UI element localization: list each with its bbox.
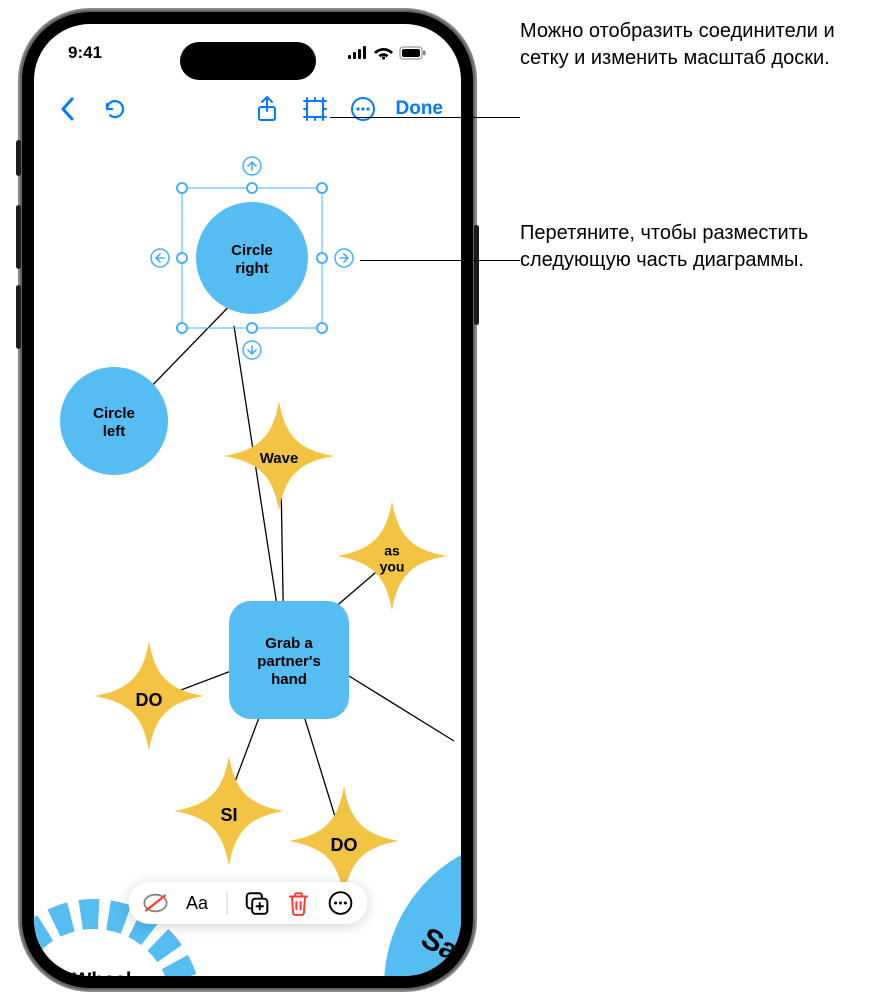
- freeform-canvas[interactable]: Circle left Circle right: [34, 136, 461, 976]
- node-grab-label-1: Grab a: [265, 635, 313, 652]
- node-grab-label-2: partner's: [257, 653, 321, 670]
- node-circle-left-label-1: Circle: [93, 405, 135, 422]
- node-as-you-label-1: as: [384, 543, 400, 559]
- node-si[interactable]: SI: [174, 756, 284, 866]
- fill-color-button[interactable]: [142, 890, 168, 916]
- dynamic-island: [180, 42, 316, 80]
- side-button: [16, 140, 21, 176]
- duplicate-button[interactable]: [243, 890, 269, 916]
- cellular-icon: [348, 46, 368, 60]
- status-time: 9:41: [68, 43, 102, 63]
- connector-handle-left[interactable]: [151, 249, 169, 267]
- more-button[interactable]: [348, 94, 378, 124]
- node-as-you-label-2: you: [380, 559, 405, 575]
- more-options-button[interactable]: [327, 890, 353, 916]
- node-circle-left-label-2: left: [103, 423, 126, 440]
- context-toolbar: Aa: [128, 882, 367, 924]
- node-si-label: SI: [220, 805, 237, 825]
- share-button[interactable]: [252, 94, 282, 124]
- node-circle-right-label-2: right: [235, 260, 268, 277]
- node-do-1-label: DO: [136, 690, 163, 710]
- node-circle-right-label-1: Circle: [231, 242, 273, 259]
- battery-icon: [399, 46, 427, 60]
- node-grab-partner[interactable]: Grab a partner's hand: [229, 601, 349, 719]
- callout-1: Можно отобразить соединители и сетку и и…: [520, 18, 860, 72]
- top-toolbar: Done: [34, 82, 461, 136]
- back-button[interactable]: [52, 94, 82, 124]
- node-wave[interactable]: Wave: [224, 401, 334, 511]
- node-wheel-label: Wheel: [73, 969, 132, 976]
- callout-line-2: [360, 260, 520, 261]
- canvas-svg: Circle left Circle right: [34, 136, 461, 976]
- delete-button[interactable]: [285, 890, 311, 916]
- toolbar-separator: [226, 891, 227, 915]
- power-button: [474, 225, 479, 325]
- callout-line-1: [330, 117, 520, 118]
- node-circle-left[interactable]: Circle left: [60, 367, 168, 475]
- undo-button[interactable]: [100, 94, 130, 124]
- iphone-frame: 9:41: [20, 10, 475, 990]
- node-do-2[interactable]: DO: [289, 786, 399, 896]
- node-wave-label: Wave: [260, 450, 299, 467]
- node-grab-label-3: hand: [271, 671, 307, 688]
- status-icons: [348, 46, 427, 60]
- connector-handle-right[interactable]: [335, 249, 353, 267]
- node-as-you[interactable]: as you: [337, 501, 447, 611]
- node-do-1[interactable]: DO: [94, 641, 204, 751]
- phone-screen: 9:41: [34, 24, 461, 976]
- node-sa-partial[interactable]: Sa: [384, 836, 461, 976]
- grid-settings-button[interactable]: [300, 94, 330, 124]
- connector-handle-top[interactable]: [243, 157, 261, 175]
- volume-down-button: [16, 285, 21, 349]
- volume-up-button: [16, 205, 21, 269]
- connector-handle-bottom[interactable]: [243, 341, 261, 359]
- wifi-icon: [374, 46, 393, 60]
- node-circle-right[interactable]: Circle right: [196, 202, 308, 314]
- node-do-2-label: DO: [331, 835, 358, 855]
- callout-2: Перетяните, чтобы разместить следующую ч…: [520, 220, 860, 274]
- text-style-button[interactable]: Aa: [184, 890, 210, 916]
